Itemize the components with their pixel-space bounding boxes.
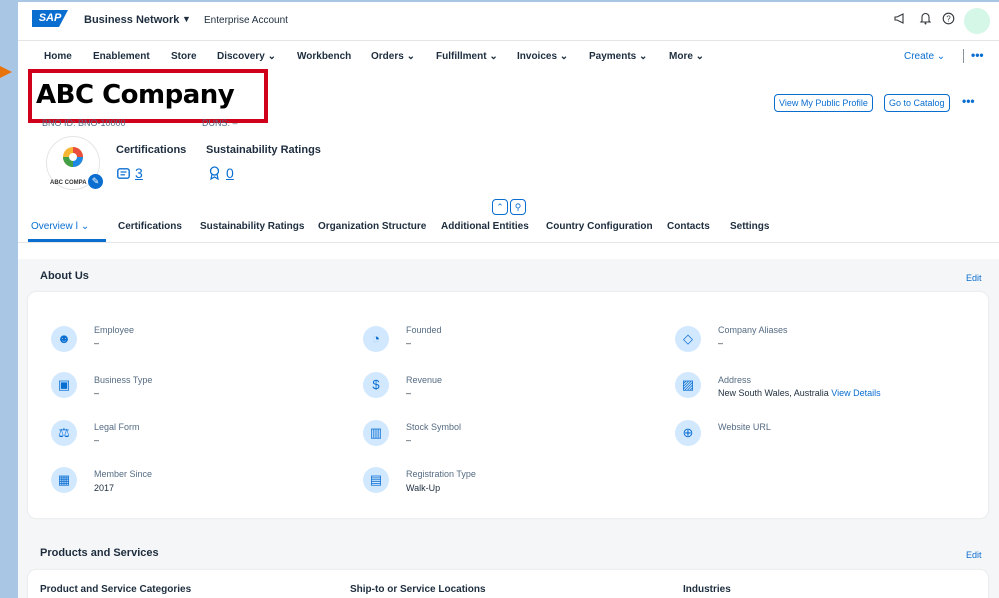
business-type-value: – xyxy=(94,388,100,398)
stock-symbol-value: – xyxy=(406,435,412,445)
tab-settings[interactable]: Settings xyxy=(730,221,769,232)
founded-icon: ◔ xyxy=(363,326,389,352)
app-frame: SAP Business Network ▼ Enterprise Accoun… xyxy=(18,2,999,598)
address-value: New South Wales, Australia View Details xyxy=(718,388,881,398)
stock-chart-icon: ▥ xyxy=(363,420,389,446)
rating-badge-icon xyxy=(208,166,221,183)
header-overflow-button[interactable]: ••• xyxy=(962,94,975,108)
nav-invoices[interactable]: Invoices ⌄ xyxy=(517,51,568,62)
certifications-count-link[interactable]: 3 xyxy=(135,165,143,181)
nav-home[interactable]: Home xyxy=(44,51,72,62)
top-navigation: Home Enablement Store Discovery ⌄ Workbe… xyxy=(18,41,999,72)
stock-symbol-label: Stock Symbol xyxy=(406,422,462,432)
sap-logo[interactable]: SAP xyxy=(32,10,68,27)
help-icon[interactable]: ? xyxy=(942,12,955,28)
tab-organization-structure[interactable]: Organization Structure xyxy=(318,221,426,232)
registration-form-icon: ▤ xyxy=(363,467,389,493)
view-details-link[interactable]: View Details xyxy=(831,388,880,398)
overflow-menu-button[interactable]: ••• xyxy=(971,48,984,62)
product-switcher[interactable]: Business Network xyxy=(84,14,179,26)
product-caret-icon[interactable]: ▼ xyxy=(182,14,191,24)
create-menu-button[interactable]: Create ⌄ xyxy=(904,51,945,62)
nav-separator xyxy=(963,49,964,63)
collapse-header-icon[interactable]: ⌃ xyxy=(492,199,508,215)
industries-heading: Industries xyxy=(683,584,731,595)
nav-store[interactable]: Store xyxy=(171,51,197,62)
nav-fulfillment[interactable]: Fulfillment ⌄ xyxy=(436,51,498,62)
go-to-catalog-button[interactable]: Go to Catalog xyxy=(884,94,950,112)
company-logo-text: ABC COMPA xyxy=(50,180,87,186)
employee-icon: ☻ xyxy=(51,326,77,352)
employee-label: Employee xyxy=(94,325,135,335)
company-aliases-label: Company Aliases xyxy=(718,325,788,335)
svg-text:?: ? xyxy=(946,14,951,23)
nav-enablement[interactable]: Enablement xyxy=(93,51,150,62)
legal-form-value: – xyxy=(94,435,100,445)
revenue-icon: $ xyxy=(363,372,389,398)
business-type-label: Business Type xyxy=(94,375,153,385)
about-us-title: About Us xyxy=(40,270,89,282)
nav-workbench[interactable]: Workbench xyxy=(297,51,351,62)
tabs-divider xyxy=(18,242,999,243)
tab-additional-entities[interactable]: Additional Entities xyxy=(441,221,529,232)
view-public-profile-button[interactable]: View My Public Profile xyxy=(774,94,873,112)
user-avatar[interactable] xyxy=(964,8,990,34)
address-map-icon: ▨ xyxy=(675,372,701,398)
nav-more[interactable]: More ⌄ xyxy=(669,51,704,62)
revenue-label: Revenue xyxy=(406,375,443,385)
about-us-edit-link[interactable]: Edit xyxy=(966,273,982,283)
tag-icon: ◇ xyxy=(675,326,701,352)
megaphone-icon[interactable] xyxy=(894,12,907,28)
pin-header-icon[interactable]: ⚲ xyxy=(510,199,526,215)
legal-form-label: Legal Form xyxy=(94,422,140,432)
tab-certifications[interactable]: Certifications xyxy=(118,221,182,232)
business-type-icon: ▣ xyxy=(51,372,77,398)
ship-to-locations-heading: Ship-to or Service Locations xyxy=(350,584,486,595)
bno-id: BNO ID: BNO-10000 xyxy=(42,118,126,128)
nav-payments[interactable]: Payments ⌄ xyxy=(589,51,647,62)
edit-logo-icon[interactable]: ✎ xyxy=(88,174,103,189)
sustainability-kpi-label: Sustainability Ratings xyxy=(206,144,321,156)
employee-value: – xyxy=(94,338,100,348)
address-text: New South Wales, Australia xyxy=(718,388,829,398)
company-aliases-value: – xyxy=(718,338,724,348)
address-label: Address xyxy=(718,375,752,385)
tab-contacts[interactable]: Contacts xyxy=(667,221,710,232)
certifications-kpi-label: Certifications xyxy=(116,144,187,156)
nav-discovery[interactable]: Discovery ⌄ xyxy=(217,51,276,62)
certificate-icon xyxy=(117,168,130,182)
founded-label: Founded xyxy=(406,325,442,335)
shell-bar: SAP Business Network ▼ Enterprise Accoun… xyxy=(18,2,999,41)
globe-icon: ⊕ xyxy=(675,420,701,446)
nav-orders[interactable]: Orders ⌄ xyxy=(371,51,415,62)
member-since-value: 2017 xyxy=(94,483,115,493)
revenue-value: – xyxy=(406,388,412,398)
registration-type-value: Walk-Up xyxy=(406,483,441,493)
tab-country-configuration[interactable]: Country Configuration xyxy=(546,221,653,232)
tab-overview[interactable]: Overview ǀ ⌄ xyxy=(31,221,89,232)
highlight-annotation-box xyxy=(28,69,268,123)
bell-icon[interactable] xyxy=(919,12,932,28)
duns-number: DUNS: – xyxy=(202,118,238,128)
products-services-edit-link[interactable]: Edit xyxy=(966,550,982,560)
founded-value: – xyxy=(406,338,412,348)
products-services-title: Products and Services xyxy=(40,547,159,559)
annotation-arrow xyxy=(0,66,12,78)
website-url-label: Website URL xyxy=(718,422,771,432)
about-us-card xyxy=(28,292,988,518)
account-type-label: Enterprise Account xyxy=(204,15,288,26)
sustainability-count-link[interactable]: 0 xyxy=(226,165,234,181)
member-since-label: Member Since xyxy=(94,469,153,479)
calendar-icon: ▦ xyxy=(51,467,77,493)
registration-type-label: Registration Type xyxy=(406,469,476,479)
product-categories-heading: Product and Service Categories xyxy=(40,584,192,595)
tab-sustainability-ratings[interactable]: Sustainability Ratings xyxy=(200,221,304,232)
legal-scale-icon: ⚖ xyxy=(51,420,77,446)
